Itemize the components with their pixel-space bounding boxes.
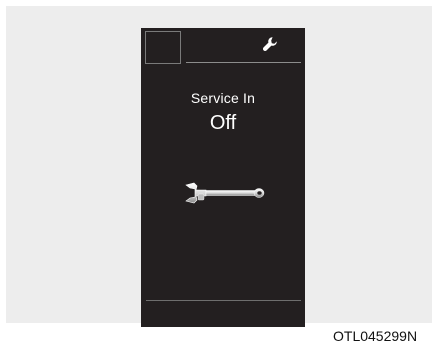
figure-code: OTL045299N [333,328,418,344]
adjustable-wrench-icon [185,182,265,204]
indicator-box [145,31,181,64]
header-divider [186,62,301,63]
instrument-cluster-display: Service In Off [141,28,305,327]
wrench-icon [262,37,277,52]
footer-divider [146,300,301,301]
service-interval-value: Off [209,112,237,134]
service-interval-label: Service In [190,90,256,106]
